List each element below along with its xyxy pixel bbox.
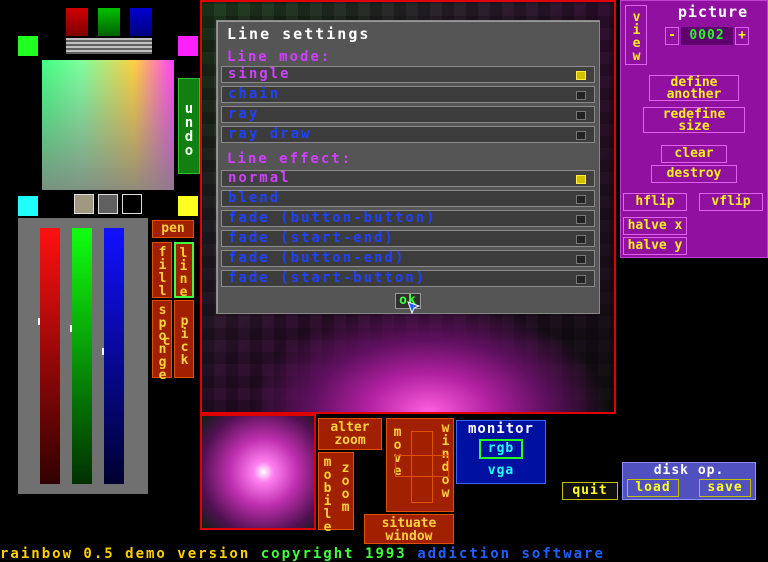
monitor-label: monitor: [467, 421, 534, 437]
line-effect-heading: Line effect:: [227, 151, 353, 167]
line-mode-chain-option[interactable]: chain: [221, 86, 595, 103]
picture-panel: view picture - 0002 + define another red…: [620, 0, 768, 258]
line-effect-fade-start-button-option[interactable]: fade (start-button): [221, 270, 595, 287]
picture-number: 0002: [681, 27, 733, 45]
picture-title: picture: [677, 3, 749, 21]
picture-prev-button[interactable]: -: [665, 27, 679, 45]
checkbox-icon: [576, 195, 586, 204]
save-button[interactable]: save: [699, 479, 751, 497]
checkbox-icon: [576, 131, 586, 140]
line-tool-button[interactable]: line: [174, 242, 194, 298]
line-effect-fade-button-end-option[interactable]: fade (button-end): [221, 250, 595, 267]
halve-x-button[interactable]: halve x: [623, 217, 687, 235]
line-effect-fade-button-button-option[interactable]: fade (button-button): [221, 210, 595, 227]
footer-credits: rainbow 0.5 demo version copyright 1993 …: [0, 546, 605, 562]
line-settings-dialog: Line settings Line mode: single chain ra…: [216, 20, 600, 315]
move-cross-icon-h: [395, 455, 449, 477]
disk-op-panel: disk op. load save: [622, 462, 756, 500]
vflip-button[interactable]: vflip: [699, 193, 763, 211]
hflip-button[interactable]: hflip: [623, 193, 687, 211]
option-label: chain: [228, 86, 281, 102]
define-another-button[interactable]: define another: [649, 75, 739, 101]
checkbox-icon: [576, 275, 586, 284]
mobile-zoom-button[interactable]: mobile zoom: [318, 452, 354, 533]
option-label: fade (start-button): [228, 270, 427, 286]
checkbox-icon: [576, 175, 586, 184]
rgb-slider-panel: [18, 218, 148, 494]
disk-op-label: disk op.: [653, 463, 725, 478]
clear-button[interactable]: clear: [661, 145, 727, 163]
checkbox-icon: [576, 91, 586, 100]
rgb-button[interactable]: rgb: [479, 439, 523, 459]
zoom-label: zoom: [338, 461, 353, 513]
current-color-grey[interactable]: [98, 194, 118, 214]
line-effect-blend-option[interactable]: blend: [221, 190, 595, 207]
green-slider-handle[interactable]: [70, 325, 72, 333]
dialog-title: Line settings: [227, 25, 371, 43]
line-mode-single-option[interactable]: single: [221, 66, 595, 83]
green-slider[interactable]: [72, 228, 92, 484]
blue-slider-handle[interactable]: [102, 348, 104, 356]
checkbox-icon: [576, 111, 586, 120]
monitor-panel: monitor rgb vga: [456, 420, 546, 484]
line-mode-heading: Line mode:: [227, 49, 332, 65]
mobile-label: mobile: [320, 455, 335, 533]
line-effect-normal-option[interactable]: normal: [221, 170, 595, 187]
preview-thumbnail[interactable]: [200, 414, 316, 530]
checkbox-icon: [576, 255, 586, 264]
line-mode-ray-option[interactable]: ray: [221, 106, 595, 123]
blue-slider[interactable]: [104, 228, 124, 484]
option-label: fade (start-end): [228, 230, 395, 246]
checkbox-icon: [576, 71, 586, 80]
option-label: normal: [228, 170, 291, 186]
option-label: single: [228, 66, 291, 82]
option-label: blend: [228, 190, 281, 206]
fill-tool-button[interactable]: fill: [152, 242, 172, 298]
color-picker-area[interactable]: [42, 60, 174, 190]
picture-next-button[interactable]: +: [735, 27, 749, 45]
corner-color-green[interactable]: [18, 36, 38, 56]
situate-window-button[interactable]: situate window: [364, 514, 454, 544]
red-slider[interactable]: [40, 228, 60, 484]
current-color-black[interactable]: [122, 194, 142, 214]
line-effect-fade-start-end-option[interactable]: fade (start-end): [221, 230, 595, 247]
vga-button[interactable]: vga: [479, 463, 523, 481]
option-label: ray draw: [228, 126, 312, 142]
checkbox-icon: [576, 215, 586, 224]
pen-tool-button[interactable]: pen: [152, 220, 194, 238]
corner-color-magenta[interactable]: [178, 36, 198, 56]
current-color-tan[interactable]: [74, 194, 94, 214]
move-window-button[interactable]: move window: [386, 418, 454, 512]
corner-color-cyan[interactable]: [18, 196, 38, 216]
red-slider-handle[interactable]: [38, 317, 40, 325]
halve-y-button[interactable]: halve y: [623, 237, 687, 255]
line-mode-ray-draw-option[interactable]: ray draw: [221, 126, 595, 143]
palette-red-bar[interactable]: [66, 8, 88, 36]
quit-button[interactable]: quit: [562, 482, 618, 500]
corner-color-yellow[interactable]: [178, 196, 198, 216]
checkbox-icon: [576, 235, 586, 244]
load-button[interactable]: load: [627, 479, 679, 497]
destroy-button[interactable]: destroy: [651, 165, 737, 183]
option-label: ray: [228, 106, 260, 122]
mouse-pointer-icon: [407, 301, 421, 315]
option-label: fade (button-button): [228, 210, 437, 226]
view-button[interactable]: view: [625, 5, 647, 65]
undo-button[interactable]: undo: [178, 78, 200, 174]
palette-green-bar[interactable]: [98, 8, 120, 36]
palette-blue-bar[interactable]: [130, 8, 152, 36]
redefine-size-button[interactable]: redefine size: [643, 107, 745, 133]
pick-color-tool-button[interactable]: pick c: [159, 300, 194, 378]
zoom-panel: alter zoom mobile zoom move window situa…: [316, 414, 456, 546]
option-label: fade (button-end): [228, 250, 406, 266]
palette-grey-bars[interactable]: [66, 38, 152, 54]
alter-zoom-button[interactable]: alter zoom: [318, 418, 382, 450]
